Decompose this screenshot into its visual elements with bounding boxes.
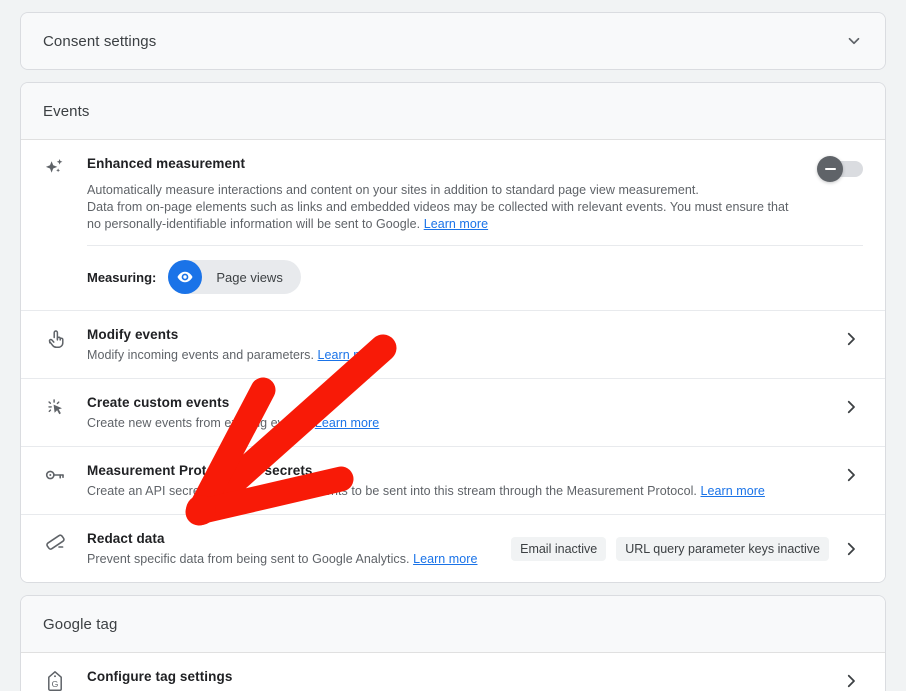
- chevron-right-icon[interactable]: [839, 537, 863, 561]
- row-redact-data-desc-text: Prevent specific data from being sent to…: [87, 552, 410, 566]
- status-badge-email-inactive: Email inactive: [511, 537, 606, 561]
- chevron-right-icon[interactable]: [839, 463, 863, 487]
- row-create-custom-events-description: Create new events from existing events. …: [87, 415, 827, 432]
- em-desc-line-1: Automatically measure interactions and c…: [87, 183, 699, 197]
- row-measurement-protocol-learn-more-link[interactable]: Learn more: [700, 484, 764, 498]
- row-configure-tag-settings-title: Configure tag settings: [87, 668, 827, 686]
- consent-settings-title: Consent settings: [43, 33, 156, 50]
- settings-page: Consent settings Events: [0, 0, 906, 691]
- row-create-custom-events-learn-more-link[interactable]: Learn more: [315, 416, 379, 430]
- consent-settings-header[interactable]: Consent settings: [21, 13, 885, 69]
- svg-text:G: G: [52, 679, 59, 689]
- enhanced-measurement-toggle[interactable]: [819, 161, 863, 177]
- row-redact-data-learn-more-link[interactable]: Learn more: [413, 552, 477, 566]
- toggle-knob: [817, 156, 843, 182]
- row-configure-tag-settings-trailing: [839, 667, 863, 691]
- chevron-right-icon[interactable]: [839, 327, 863, 351]
- row-measurement-protocol-description: Create an API secret to allow additional…: [87, 483, 827, 500]
- enhanced-measurement-title: Enhanced measurement: [87, 155, 819, 173]
- chevron-right-icon[interactable]: [839, 669, 863, 691]
- row-modify-events-learn-more-link[interactable]: Learn more: [318, 348, 382, 362]
- row-redact-data-trailing: Email inactive URL query parameter keys …: [511, 529, 863, 561]
- google-tag-title: Google tag: [43, 616, 117, 633]
- row-measurement-protocol-desc-text: Create an API secret to allow additional…: [87, 484, 697, 498]
- row-redact-data-description: Prevent specific data from being sent to…: [87, 551, 499, 568]
- enhanced-measurement-row: Enhanced measurement Automatically measu…: [21, 139, 885, 310]
- measuring-section: Measuring: Page views: [87, 246, 863, 304]
- row-measurement-protocol-trailing: [839, 461, 863, 487]
- consent-settings-card: Consent settings: [20, 12, 886, 70]
- em-desc-line-2: Data from on-page elements such as links…: [87, 200, 789, 214]
- row-measurement-protocol-title: Measurement Protocol API secrets: [87, 462, 827, 480]
- chevron-down-icon[interactable]: [845, 32, 863, 50]
- row-modify-events-body: Modify events Modify incoming events and…: [87, 325, 827, 364]
- sparkle-icon: [43, 154, 87, 180]
- enhanced-measurement-learn-more-link[interactable]: Learn more: [424, 217, 488, 231]
- row-redact-data-body: Redact data Prevent specific data from b…: [87, 529, 499, 568]
- measuring-label: Measuring:: [87, 270, 156, 285]
- google-tag-header: Google tag: [21, 596, 885, 652]
- row-measurement-protocol-api-secrets[interactable]: Measurement Protocol API secrets Create …: [21, 446, 885, 514]
- tap-gesture-icon: [43, 325, 87, 351]
- status-badge-url-query-parameter-keys-inactive: URL query parameter keys inactive: [616, 537, 829, 561]
- cursor-click-icon: [43, 393, 87, 419]
- row-create-custom-events-title: Create custom events: [87, 394, 827, 412]
- row-create-custom-events-body: Create custom events Create new events f…: [87, 393, 827, 432]
- eraser-icon: [43, 529, 87, 555]
- chevron-right-icon[interactable]: [839, 395, 863, 419]
- row-configure-tag-settings-body: Configure tag settings Configure your Go…: [87, 667, 827, 691]
- enhanced-measurement-body: Enhanced measurement Automatically measu…: [87, 154, 863, 304]
- row-create-custom-events-trailing: [839, 393, 863, 419]
- row-create-custom-events-desc-text: Create new events from existing events.: [87, 416, 311, 430]
- events-title: Events: [43, 103, 89, 120]
- em-desc-line-3: no personally-identifiable information w…: [87, 217, 420, 231]
- row-redact-data-title: Redact data: [87, 530, 499, 548]
- row-modify-events-title: Modify events: [87, 326, 827, 344]
- row-create-custom-events[interactable]: Create custom events Create new events f…: [21, 378, 885, 446]
- measuring-chip-page-views[interactable]: Page views: [168, 260, 300, 294]
- row-modify-events-trailing: [839, 325, 863, 351]
- row-modify-events[interactable]: Modify events Modify incoming events and…: [21, 310, 885, 378]
- events-card: Events Enhanced measurement Automaticall…: [20, 82, 886, 583]
- row-configure-tag-settings[interactable]: G Configure tag settings Configure your …: [21, 652, 885, 691]
- measuring-chip-label: Page views: [202, 270, 282, 285]
- row-redact-data[interactable]: Redact data Prevent specific data from b…: [21, 514, 885, 582]
- eye-icon: [168, 260, 202, 294]
- row-modify-events-description: Modify incoming events and parameters. L…: [87, 347, 827, 364]
- google-tag-card: Google tag G Configure tag settings Conf…: [20, 595, 886, 691]
- row-modify-events-desc-text: Modify incoming events and parameters.: [87, 348, 314, 362]
- enhanced-measurement-description: Automatically measure interactions and c…: [87, 182, 797, 233]
- row-measurement-protocol-body: Measurement Protocol API secrets Create …: [87, 461, 827, 500]
- toggle-off-icon: [825, 168, 836, 170]
- events-header: Events: [21, 83, 885, 139]
- key-icon: [43, 461, 87, 487]
- google-tag-icon: G: [43, 667, 87, 691]
